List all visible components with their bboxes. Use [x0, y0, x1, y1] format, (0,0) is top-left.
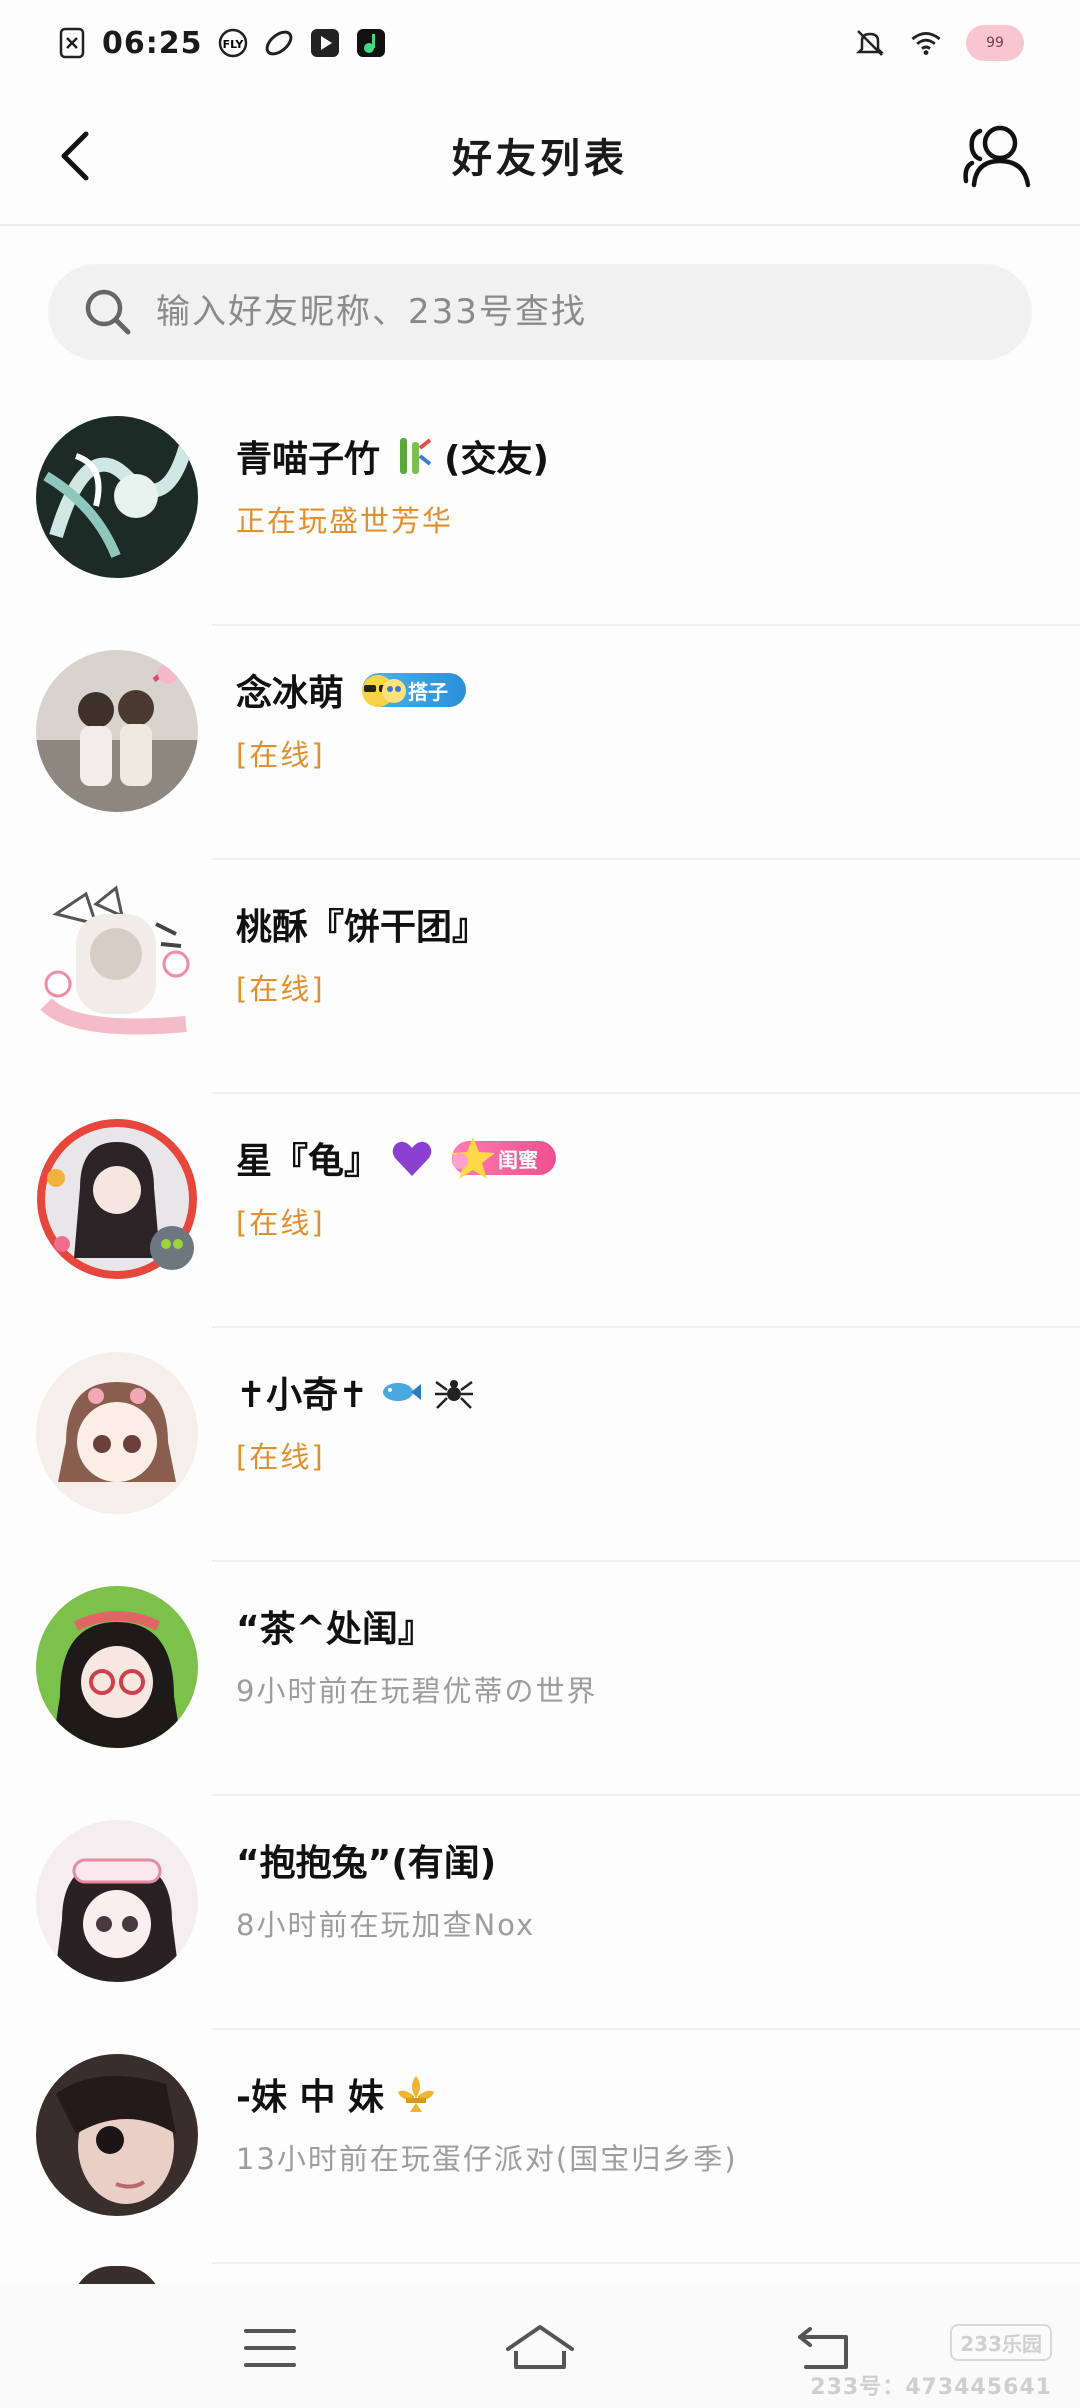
list-item[interactable]: “茶^处闺』 9小时前在玩碧优蒂の世界	[0, 1562, 1080, 1796]
avatar[interactable]	[36, 416, 198, 578]
star-icon	[451, 1137, 496, 1179]
contacts-button[interactable]	[956, 116, 1036, 196]
friend-name: “抱抱兔”(有闺)	[236, 1843, 497, 1884]
friend-status: 8小时前在玩加查Nox	[236, 1908, 536, 1942]
avatar[interactable]	[36, 1820, 198, 1982]
system-nav-bar: 233乐园 233号：473445641	[0, 2284, 1080, 2408]
bamboo-icon	[400, 438, 432, 474]
sunglasses-icon	[362, 675, 407, 707]
music-app-icon	[355, 27, 387, 59]
list-item[interactable]: 念冰萌 搭子 [在线]	[0, 626, 1080, 860]
friend-name: 青喵子竹 (交友)	[236, 428, 549, 484]
mute-icon	[854, 27, 886, 59]
friend-name: 桃酥『饼干团』	[236, 907, 489, 948]
relation-tag: 搭子	[362, 673, 467, 707]
friend-status: 13小时前在玩蛋仔派对(国宝归乡季)	[236, 2142, 738, 2176]
home-key[interactable]	[504, 2320, 576, 2376]
header: 好友列表	[0, 86, 1080, 226]
friend-name: 念冰萌 搭子	[236, 662, 467, 718]
avatar[interactable]	[36, 884, 198, 1046]
svg-text:FLY: FLY	[222, 38, 244, 51]
friend-status: [在线]	[236, 1440, 325, 1474]
friend-status: [在线]	[236, 1206, 325, 1240]
avatar[interactable]	[36, 1118, 198, 1280]
sim-off-icon	[56, 27, 88, 59]
ifly-icon: FLY	[217, 27, 249, 59]
wifi-icon	[910, 27, 942, 59]
avatar[interactable]	[36, 2054, 198, 2216]
list-item[interactable]: -妹 中 妹 13小时前在玩蛋仔派对(国宝归乡季)	[0, 2030, 1080, 2264]
avatar[interactable]	[36, 1352, 198, 1514]
app-icon	[263, 27, 295, 59]
friend-status: 正在玩盛世芳华	[236, 504, 454, 538]
home-icon	[506, 2325, 574, 2369]
watermark-logo: 233乐园	[950, 2324, 1052, 2361]
watermark-id: 233号：473445641	[810, 2375, 1052, 2400]
friend-list: 青喵子竹 (交友) 正在玩盛世芳华 念冰萌 搭子 [在线] 桃酥『饼干团』 [在…	[0, 392, 1080, 2264]
partial-list-item	[0, 2264, 1080, 2284]
relation-tag: 闺蜜	[451, 1137, 557, 1179]
list-item[interactable]: 青喵子竹 (交友) 正在玩盛世芳华	[0, 392, 1080, 626]
avatar[interactable]	[36, 650, 198, 812]
friend-status: 9小时前在玩碧优蒂の世界	[236, 1674, 598, 1708]
friend-name: “茶^处闺』	[236, 1609, 434, 1650]
menu-key[interactable]	[234, 2320, 306, 2376]
fish-icon	[383, 1383, 422, 1401]
friend-name: -妹 中 妹	[236, 2066, 738, 2122]
avatar[interactable]	[36, 1586, 198, 1748]
list-item[interactable]: 桃酥『饼干团』 [在线]	[0, 860, 1080, 1094]
watermark: 233乐园 233号：473445641	[810, 2324, 1052, 2401]
chevron-left-icon	[61, 131, 89, 181]
spider-icon	[435, 1380, 474, 1409]
video-app-icon	[309, 27, 341, 59]
menu-icon	[244, 2329, 296, 2367]
fleur-de-lis-icon	[398, 2076, 435, 2112]
friend-name: ✝小奇✝	[236, 1364, 476, 1420]
search-icon	[85, 289, 131, 335]
status-bar: 06:25 FLY 99	[0, 0, 1080, 86]
battery-badge: 99	[966, 25, 1024, 61]
list-item[interactable]: 星『龟』 闺蜜 [在线]	[0, 1094, 1080, 1328]
friend-status: [在线]	[236, 738, 325, 772]
status-time: 06:25	[102, 25, 203, 61]
search-bar[interactable]	[48, 264, 1032, 360]
list-item[interactable]: “抱抱兔”(有闺) 8小时前在玩加查Nox	[0, 1796, 1080, 2030]
page-title: 好友列表	[452, 136, 628, 182]
back-button[interactable]	[46, 126, 106, 186]
purple-heart-icon	[392, 1141, 432, 1176]
avatar	[72, 2266, 162, 2284]
list-item[interactable]: ✝小奇✝ [在线]	[0, 1328, 1080, 1562]
friend-status: [在线]	[236, 972, 325, 1006]
search-input[interactable]	[156, 292, 976, 332]
friend-name: 星『龟』 闺蜜	[236, 1130, 557, 1186]
users-icon	[963, 125, 1031, 188]
